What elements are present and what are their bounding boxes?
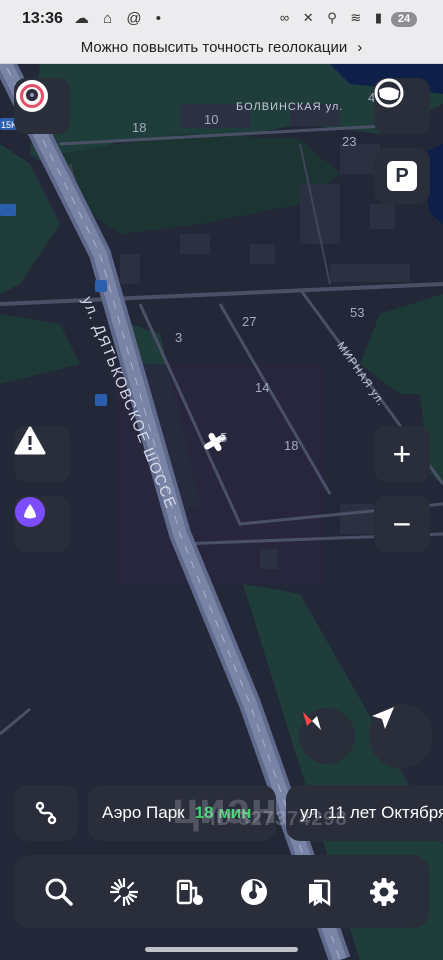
sparkle-icon (109, 877, 138, 906)
route-card-11-let-oktyabrya[interactable]: ул. 11 лет Октября (286, 785, 443, 841)
zoom-out-button[interactable]: − (374, 496, 430, 552)
bus-stop-icon (95, 394, 107, 406)
parking-icon: P (387, 161, 417, 191)
route-suggestions-bar: Аэро Парк 18 мин ул. 11 лет Октября (0, 785, 443, 841)
settings-button[interactable] (364, 872, 404, 912)
street-label-bolvinskaya: БОЛВИНСКАЯ ул. (236, 101, 344, 113)
system-icons: ∞ ✕ ⚲ ≋ ▮ (279, 10, 387, 25)
fuel-station-icon (176, 879, 203, 905)
house-number: 5 (220, 430, 228, 445)
warning-icon (14, 426, 46, 455)
navigation-arrow-icon (372, 707, 394, 729)
notification-icons: ☁ ⌂ @ • (74, 10, 167, 27)
house-number: 10 (204, 112, 219, 127)
route-card-aero-park[interactable]: Аэро Парк 18 мин (88, 785, 276, 841)
battery-icon: 24 (391, 12, 417, 27)
geo-banner-text: Можно повысить точность геолокации (80, 39, 348, 56)
minus-icon: − (392, 505, 412, 542)
bottom-navigation-bar (14, 855, 429, 928)
bus-stop-icon (0, 204, 16, 216)
house-number: 18 (284, 438, 299, 453)
layers-icon (374, 78, 404, 108)
house-number: 18 (132, 120, 147, 135)
search-button[interactable] (39, 872, 79, 912)
house-number: 3 (175, 330, 183, 345)
route-time: 18 мин (194, 803, 252, 822)
music-button[interactable] (234, 872, 274, 912)
bookmark-icon (309, 879, 331, 906)
layers-button[interactable] (374, 78, 430, 134)
house-number: 53 (350, 305, 365, 320)
parking-button[interactable]: P (374, 148, 430, 204)
route-destination: Аэро Парк (102, 803, 185, 822)
alice-icon (15, 497, 45, 527)
gear-icon (370, 877, 399, 906)
bus-stop-icon (95, 280, 107, 292)
music-disc-icon (241, 878, 268, 905)
road-events-button[interactable] (14, 426, 70, 482)
camera-lens-icon (16, 80, 48, 112)
alice-assistant-button[interactable] (14, 496, 70, 552)
fuel-button[interactable] (169, 872, 209, 912)
compass-icon (303, 712, 321, 730)
compass-button[interactable] (299, 708, 355, 764)
zoom-in-button[interactable]: + (374, 426, 430, 482)
route-settings-button[interactable] (14, 785, 78, 841)
explore-button[interactable] (104, 872, 144, 912)
status-bar: 13:36 ☁ ⌂ @ • ∞ ✕ ⚲ ≋ ▮ 24 (0, 0, 443, 38)
bookmarks-button[interactable] (299, 872, 339, 912)
search-icon (45, 878, 73, 906)
route-icon (35, 801, 57, 825)
status-time: 13:36 (22, 10, 63, 27)
geolocation-accuracy-banner[interactable]: Можно повысить точность геолокации › (0, 38, 443, 64)
home-indicator[interactable] (145, 947, 298, 952)
chevron-right-icon: › (357, 39, 363, 56)
road-camera-button[interactable] (14, 78, 70, 134)
house-number: 14 (255, 380, 270, 395)
plus-icon: + (392, 435, 412, 472)
route-destination: ул. 11 лет Октября (300, 803, 443, 822)
house-number: 23 (342, 134, 357, 149)
house-number: 27 (242, 314, 257, 329)
my-location-button[interactable] (369, 704, 433, 768)
